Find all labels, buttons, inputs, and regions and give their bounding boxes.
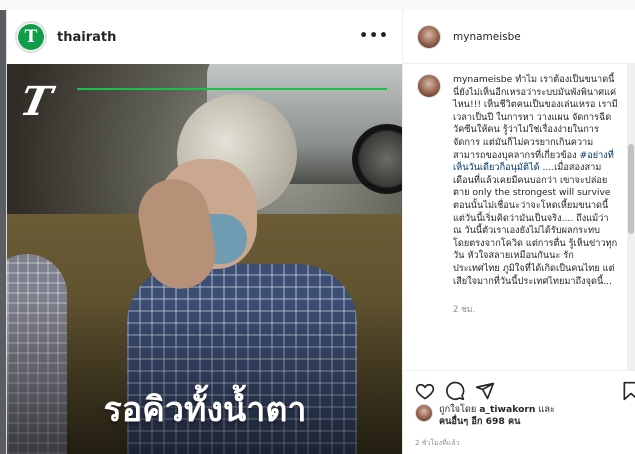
likes-text: ถูกใจโดย a_tiwakorn และ คนอื่นๆ อีก 698 …: [439, 404, 555, 428]
post-image[interactable]: T รอคิวทั้งน้ำตา: [7, 64, 403, 454]
thairath-logo-icon: T: [18, 24, 44, 50]
brand-green-line: [77, 88, 387, 90]
share-icon[interactable]: [475, 381, 495, 401]
comment-rest: ....เมื่อสองสามเดือนที่แล้วเคยมีคนบอกว่า…: [453, 162, 618, 287]
image-caption-overlay: รอคิวทั้งน้ำตา: [103, 390, 307, 430]
comment-avatar[interactable]: [417, 74, 441, 98]
likes-user[interactable]: a_tiwakorn: [479, 404, 535, 415]
side-username[interactable]: mynameisbe: [453, 31, 521, 43]
comment-icon[interactable]: [445, 381, 465, 401]
comment-time: 2 ชม.: [453, 305, 476, 316]
more-options-icon[interactable]: •••: [359, 28, 389, 44]
action-bar: [403, 370, 635, 406]
user-avatar[interactable]: [417, 24, 441, 49]
likes-others[interactable]: คนอื่นๆ อีก 698 คน: [439, 416, 520, 427]
thairath-avatar[interactable]: T: [15, 21, 47, 53]
caption-comment: mynameisbe ทำไม เราต้องเป็นขนาดนี้ นี่ยั…: [417, 74, 618, 288]
top-strip: [0, 0, 635, 10]
likes-prefix: ถูกใจโดย: [439, 404, 477, 415]
comment-username[interactable]: mynameisbe: [453, 74, 512, 85]
comment-body: ทำไม เราต้องเป็นขนาดนี้ นี่ยังไม่เห็นอีก…: [453, 74, 618, 161]
heart-icon[interactable]: [415, 381, 435, 401]
bookmark-icon[interactable]: [621, 381, 635, 401]
comment-text: mynameisbe ทำไม เราต้องเป็นขนาดนี้ นี่ยั…: [453, 74, 618, 288]
post-card: T thairath ••• T รอคิวทั้งน้ำตา: [6, 10, 403, 454]
side-header: mynameisbe: [403, 10, 635, 64]
likes-and: และ: [538, 404, 555, 415]
post-header: T thairath •••: [7, 10, 403, 64]
comment-area: mynameisbe ทำไม เราต้องเป็นขนาดนี้ นี่ยั…: [403, 64, 628, 370]
post-timestamp: 2 ชั่วโมงที่แล้ว: [415, 439, 460, 447]
instagram-post-window: T thairath ••• T รอคิวทั้งน้ำตา mynameis…: [0, 0, 635, 454]
likes-row: ถูกใจโดย a_tiwakorn และ คนอื่นๆ อีก 698 …: [415, 404, 555, 428]
comment-scrollbar[interactable]: [627, 64, 635, 370]
scrollbar-thumb[interactable]: [628, 144, 634, 234]
post-side-panel: mynameisbe mynameisbe ทำไม เราต้องเป็นขน…: [402, 10, 635, 454]
post-username[interactable]: thairath: [57, 30, 116, 45]
liker-avatar[interactable]: [415, 404, 433, 422]
